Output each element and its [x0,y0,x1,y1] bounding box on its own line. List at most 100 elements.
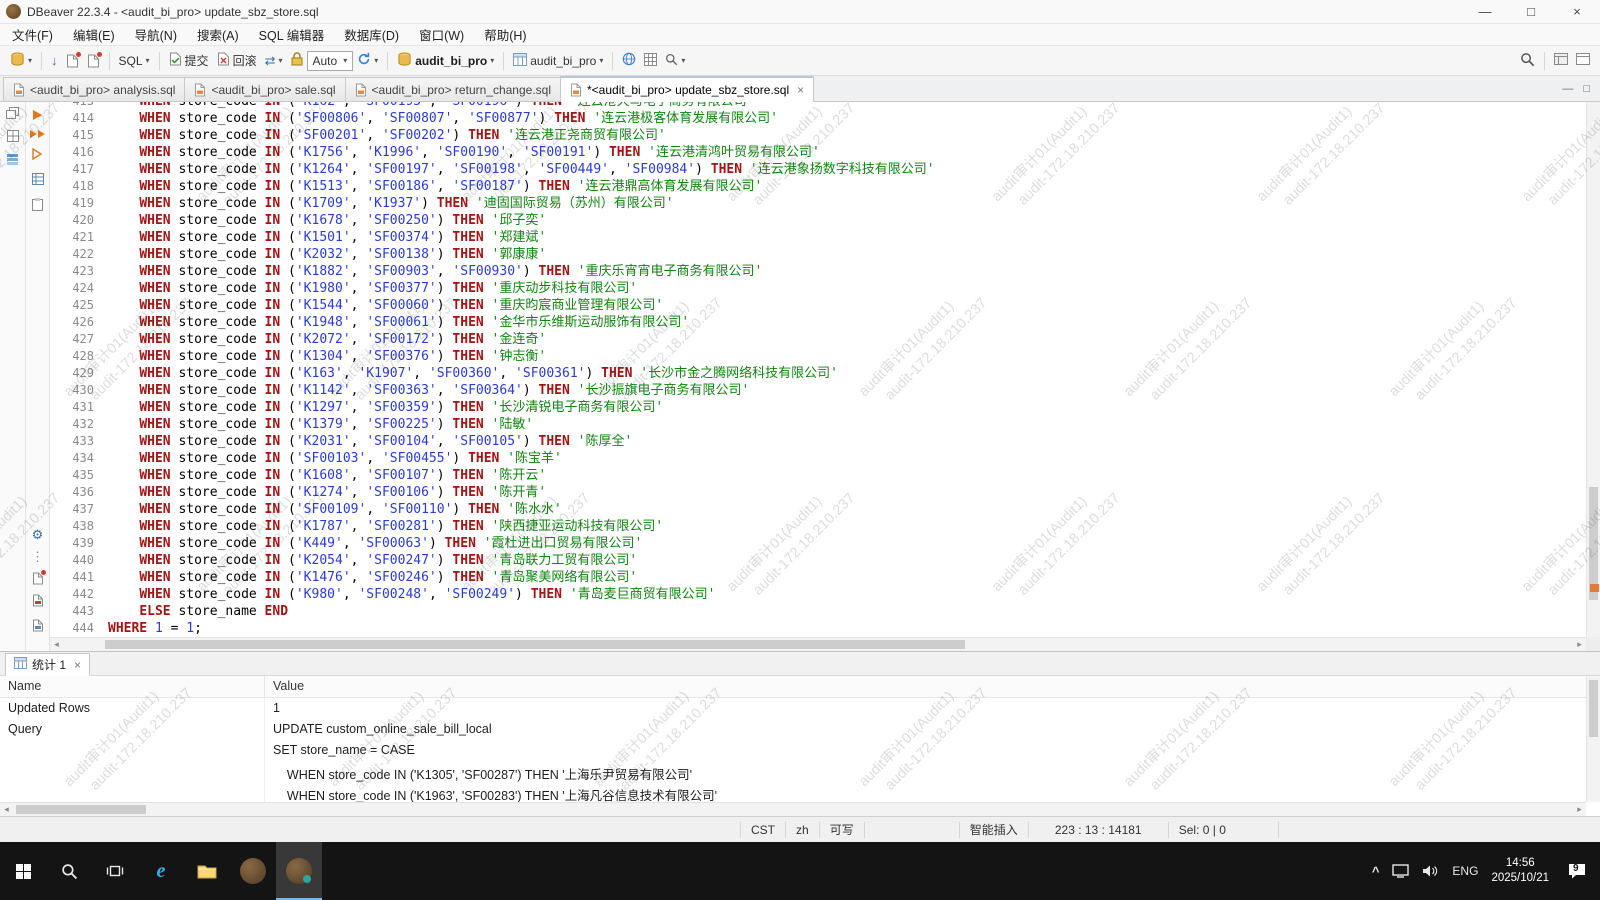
code-line[interactable]: 430 WHEN store_code IN ('K1142', 'SF0036… [50,382,1586,399]
code-line[interactable]: 440 WHEN store_code IN ('K2054', 'SF0024… [50,552,1586,569]
editor-vertical-scrollbar[interactable] [1586,102,1600,637]
commit-button[interactable]: 提交 [165,50,213,71]
view-grid-icon[interactable] [7,130,19,145]
transaction-mode-dropdown[interactable]: ⇄ ▾ [261,51,287,71]
code-line[interactable]: 439 WHEN store_code IN ('K449', 'SF00063… [50,535,1586,552]
tray-volume-icon[interactable] [1422,864,1439,878]
scroll-left-icon[interactable]: ◂ [50,639,63,650]
code-line[interactable]: 417 WHEN store_code IN ('K1264', 'SF0019… [50,161,1586,178]
fetch-button[interactable]: ↓ [47,51,62,70]
execute-script-icon[interactable] [30,130,45,138]
connection-selector[interactable]: audit_bi_pro ▾ [393,50,498,72]
app-button-2-active[interactable] [276,842,322,900]
editor-horizontal-scrollbar[interactable]: ◂ ▸ [50,637,1586,651]
table-row[interactable]: WHEN store_code IN ('K1305', 'SF00287') … [0,761,1600,782]
settings-gear-icon[interactable]: ⚙ [32,528,44,541]
menu-item-3[interactable]: 搜索(A) [187,23,249,46]
code-line[interactable]: 434 WHEN store_code IN ('SF00103', 'SF00… [50,450,1586,467]
code-line[interactable]: 416 WHEN store_code IN ('K1756', 'K1996'… [50,144,1586,161]
code-line[interactable]: 432 WHEN store_code IN ('K1379', 'SF0022… [50,416,1586,433]
code-line[interactable]: 426 WHEN store_code IN ('K1948', 'SF0006… [50,314,1586,331]
maximize-view-icon[interactable]: □ [1583,83,1590,95]
code-line[interactable]: 424 WHEN store_code IN ('K1980', 'SF0037… [50,280,1586,297]
code-line[interactable]: 431 WHEN store_code IN ('K1297', 'SF0035… [50,399,1586,416]
export-file-icon[interactable] [32,572,44,585]
search-dropdown[interactable]: ▾ [661,51,689,71]
tray-chevron-up-icon[interactable]: ^ [1372,864,1380,879]
database-navigator-icon[interactable] [6,153,19,169]
code-viewport[interactable]: 413 WHEN store_code IN ('K162', 'SF00195… [50,102,1586,637]
editor-tab-1[interactable]: <audit_bi_pro> sale.sql [184,77,345,101]
scroll-right-icon[interactable]: ▸ [1573,804,1586,815]
rollback-button[interactable]: 回滚 [213,50,261,71]
new-connection-button[interactable]: ▾ [6,50,36,72]
tray-monitor-icon[interactable] [1392,864,1409,878]
app-button-1[interactable] [230,842,276,900]
table-row[interactable]: QueryUPDATE custom_online_sale_bill_loca… [0,719,1600,740]
code-line[interactable]: 429 WHEN store_code IN ('K163', 'K1907',… [50,365,1586,382]
code-line[interactable]: 422 WHEN store_code IN ('K2032', 'SF0013… [50,246,1586,263]
minimize-window-icon[interactable]: — [1462,0,1508,23]
menu-item-0[interactable]: 文件(F) [2,23,63,46]
close-icon[interactable]: × [74,658,81,672]
editor-tab-3[interactable]: *<audit_bi_pro> update_sbz_store.sql× [560,76,814,102]
action-center-button[interactable]: 9 [1562,859,1592,883]
restore-view-icon[interactable] [6,107,19,122]
maximize-window-icon[interactable]: □ [1508,0,1554,23]
explain-plan-icon[interactable] [32,148,44,163]
code-line[interactable]: 433 WHEN store_code IN ('K2031', 'SF0010… [50,433,1586,450]
refresh-dropdown[interactable]: ▾ [353,50,382,71]
menu-item-5[interactable]: 数据库(D) [334,23,409,46]
code-line[interactable]: 438 WHEN store_code IN ('K1787', 'SF0028… [50,518,1586,535]
menu-item-6[interactable]: 窗口(W) [409,23,474,46]
menu-item-7[interactable]: 帮助(H) [474,23,536,46]
sql-editor-dropdown[interactable]: SQL ▾ [115,52,154,70]
code-line[interactable]: 421 WHEN store_code IN ('K1501', 'SF0037… [50,229,1586,246]
results-vertical-scrollbar[interactable] [1586,676,1600,802]
input-language[interactable]: ENG [1452,864,1478,878]
status-caret-position[interactable]: 223 : 13 : 14181 [1028,822,1168,838]
clipboard-icon[interactable] [32,198,43,214]
taskbar-clock[interactable]: 14:56 2025/10/21 [1491,856,1549,886]
table-row[interactable]: WHEN store_code IN ('K1963', 'SF00283') … [0,782,1600,803]
file-explorer-button[interactable] [184,842,230,900]
commit-icon-button[interactable] [62,52,83,70]
table-row[interactable]: Updated Rows1 [0,698,1600,719]
menu-item-2[interactable]: 导航(N) [125,23,187,46]
rollback-icon-button[interactable] [83,52,104,70]
hscroll-thumb[interactable] [105,640,965,649]
editor-tab-0[interactable]: <audit_bi_pro> analysis.sql [3,77,185,101]
results-horizontal-scrollbar[interactable]: ◂ ▸ [0,802,1586,816]
schema-selector[interactable]: audit_bi_pro ▾ [509,51,607,71]
code-line[interactable]: 425 WHEN store_code IN ('K1544', 'SF0006… [50,297,1586,314]
minimize-view-icon[interactable]: — [1562,83,1573,95]
taskbar-search-button[interactable] [46,842,92,900]
code-line[interactable]: 423 WHEN store_code IN ('K1882', 'SF0090… [50,263,1586,280]
code-line[interactable]: 443 ELSE store_name END [50,603,1586,620]
code-line[interactable]: 427 WHEN store_code IN ('K2072', 'SF0017… [50,331,1586,348]
execute-statement-icon[interactable] [33,110,42,120]
save-file-icon[interactable] [32,594,44,610]
column-header-value[interactable]: Value [265,676,1600,697]
editor-tab-2[interactable]: <audit_bi_pro> return_change.sql [345,77,561,101]
column-header-name[interactable]: Name [0,676,265,697]
open-search-button[interactable] [1516,50,1539,72]
code-line[interactable]: 428 WHEN store_code IN ('K1304', 'SF0037… [50,348,1586,365]
code-line[interactable]: 437 WHEN store_code IN ('SF00109', 'SF00… [50,501,1586,518]
code-line[interactable]: 441 WHEN store_code IN ('K1476', 'SF0024… [50,569,1586,586]
start-button[interactable] [0,842,46,900]
more-options-icon[interactable]: ⋮ [31,550,44,563]
scroll-left-icon[interactable]: ◂ [0,804,13,815]
statistics-tab[interactable]: 统计 1 × [5,653,90,676]
code-line[interactable]: 419 WHEN store_code IN ('K1709', 'K1937'… [50,195,1586,212]
globe-button[interactable] [618,50,640,71]
statement-grid-icon[interactable] [32,173,44,188]
file-grid-icon[interactable] [32,619,44,635]
internet-explorer-button[interactable]: e [138,842,184,900]
code-line[interactable]: 415 WHEN store_code IN ('SF00201', 'SF00… [50,127,1586,144]
lock-button[interactable] [287,50,307,71]
code-line[interactable]: 420 WHEN store_code IN ('K1678', 'SF0025… [50,212,1586,229]
code-line[interactable]: 436 WHEN store_code IN ('K1274', 'SF0010… [50,484,1586,501]
menu-item-1[interactable]: 编辑(E) [63,23,125,46]
code-line[interactable]: 442 WHEN store_code IN ('K980', 'SF00248… [50,586,1586,603]
